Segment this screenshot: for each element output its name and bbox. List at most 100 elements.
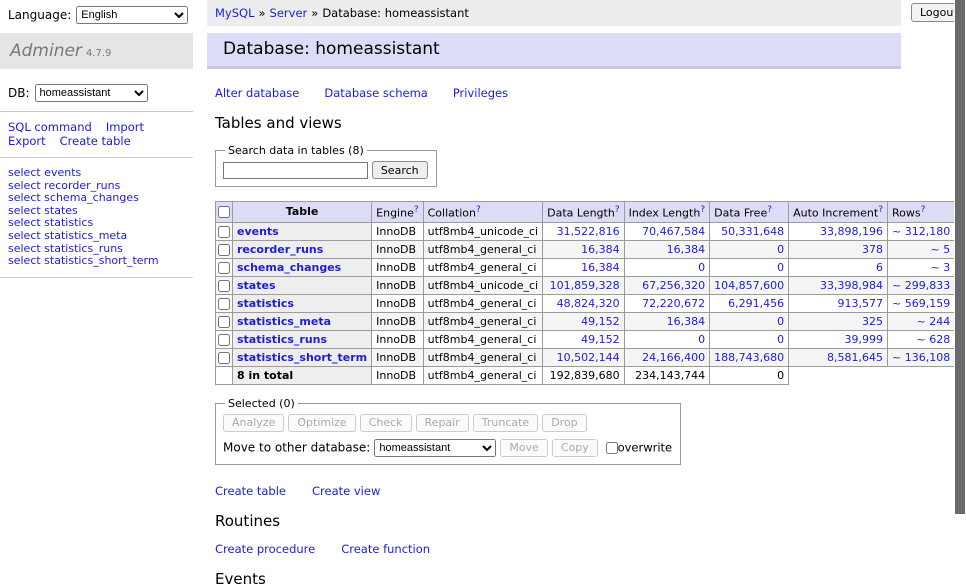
copy-button[interactable]: Copy	[552, 439, 598, 457]
search-button[interactable]: Search	[372, 161, 428, 179]
data-length-link[interactable]: 49,152	[581, 315, 620, 328]
rows-link[interactable]: ~ 628	[916, 333, 950, 346]
index-length-link[interactable]: 0	[698, 261, 705, 274]
sidebar-select-recorder-runs[interactable]: select recorder_runs	[8, 179, 120, 192]
auto-increment-link[interactable]: 39,999	[845, 333, 884, 346]
data-free-link[interactable]: 0	[777, 261, 784, 274]
check-button[interactable]: Check	[360, 414, 412, 432]
rows-link[interactable]: ~ 136,108	[892, 351, 950, 364]
auto-increment-link[interactable]: 33,398,984	[820, 279, 883, 292]
breadcrumb-server-link[interactable]: Server	[270, 6, 308, 20]
sidebar-select-statistics-short-term[interactable]: select statistics_short_term	[8, 254, 159, 267]
help-link[interactable]: ?	[615, 205, 620, 215]
rows-link[interactable]: ~ 3	[930, 261, 950, 274]
overwrite-checkbox[interactable]	[606, 442, 618, 454]
database-schema-link[interactable]: Database schema	[324, 86, 427, 100]
index-length-link[interactable]: 72,220,672	[642, 297, 705, 310]
row-checkbox[interactable]	[218, 244, 230, 256]
sidebar-select-statistics[interactable]: select statistics	[8, 216, 93, 229]
alter-database-link[interactable]: Alter database	[215, 86, 299, 100]
row-checkbox[interactable]	[218, 298, 230, 310]
table-link[interactable]: schema_changes	[237, 261, 341, 274]
row-checkbox[interactable]	[218, 226, 230, 238]
move-button[interactable]: Move	[500, 439, 548, 457]
select-all-checkbox[interactable]	[218, 206, 230, 218]
sidebar-select-events[interactable]: select events	[8, 166, 81, 179]
repair-button[interactable]: Repair	[416, 414, 469, 432]
sidebar-link-create-table[interactable]: Create table	[60, 134, 131, 148]
drop-button[interactable]: Drop	[542, 414, 586, 432]
index-length-link[interactable]: 67,256,320	[642, 279, 705, 292]
rows-link[interactable]: ~ 569,159	[892, 297, 950, 310]
data-free-link[interactable]: 6,291,456	[728, 297, 784, 310]
data-free-link[interactable]: 50,331,648	[721, 225, 784, 238]
data-length-link[interactable]: 31,522,816	[557, 225, 620, 238]
create-table-link[interactable]: Create table	[215, 484, 286, 498]
index-length-link[interactable]: 70,467,584	[642, 225, 705, 238]
index-length-link[interactable]: 0	[698, 333, 705, 346]
breadcrumb-mysql-link[interactable]: MySQL	[215, 6, 255, 20]
table-link[interactable]: states	[237, 279, 276, 292]
index-length-link[interactable]: 16,384	[667, 315, 706, 328]
table-link[interactable]: statistics_meta	[237, 315, 331, 328]
data-length-link[interactable]: 16,384	[581, 243, 620, 256]
privileges-link[interactable]: Privileges	[453, 86, 508, 100]
help-link[interactable]: ?	[476, 205, 481, 215]
row-checkbox[interactable]	[218, 262, 230, 274]
data-free-link[interactable]: 0	[777, 243, 784, 256]
vertical-scrollbar[interactable]	[954, 0, 966, 543]
data-free-link[interactable]: 188,743,680	[714, 351, 784, 364]
table-link[interactable]: statistics_runs	[237, 333, 327, 346]
search-input[interactable]	[223, 162, 368, 179]
optimize-button[interactable]: Optimize	[288, 414, 355, 432]
sidebar-select-states[interactable]: select states	[8, 204, 78, 217]
auto-increment-link[interactable]: 33,898,196	[820, 225, 883, 238]
create-procedure-link[interactable]: Create procedure	[215, 542, 315, 556]
help-link[interactable]: ?	[878, 205, 883, 215]
data-free-link[interactable]: 0	[777, 333, 784, 346]
data-length-link[interactable]: 16,384	[581, 261, 620, 274]
create-function-link[interactable]: Create function	[341, 542, 430, 556]
rows-link[interactable]: ~ 244	[916, 315, 950, 328]
scrollbar-thumb[interactable]	[955, 0, 965, 514]
truncate-button[interactable]: Truncate	[473, 414, 538, 432]
create-view-link[interactable]: Create view	[312, 484, 380, 498]
auto-increment-link[interactable]: 8,581,645	[827, 351, 883, 364]
table-link[interactable]: statistics	[237, 297, 294, 310]
sidebar-select-schema-changes[interactable]: select schema_changes	[8, 191, 139, 204]
auto-increment-link[interactable]: 378	[862, 243, 883, 256]
help-link[interactable]: ?	[921, 205, 926, 215]
auto-increment-link[interactable]: 325	[862, 315, 883, 328]
sidebar-link-import[interactable]: Import	[106, 120, 144, 134]
db-select[interactable]: homeassistant	[35, 84, 148, 102]
data-free-link[interactable]: 0	[777, 315, 784, 328]
table-link[interactable]: statistics_short_term	[237, 351, 367, 364]
table-link[interactable]: recorder_runs	[237, 243, 323, 256]
sidebar-select-statistics-runs[interactable]: select statistics_runs	[8, 242, 123, 255]
sidebar-link-sql-command[interactable]: SQL command	[8, 120, 92, 134]
analyze-button[interactable]: Analyze	[223, 414, 284, 432]
rows-link[interactable]: ~ 312,180	[892, 225, 950, 238]
move-db-select[interactable]: homeassistant	[374, 439, 496, 457]
index-length-link[interactable]: 16,384	[667, 243, 706, 256]
data-free-link[interactable]: 104,857,600	[714, 279, 784, 292]
rows-link[interactable]: ~ 5	[930, 243, 950, 256]
row-checkbox[interactable]	[218, 334, 230, 346]
index-length-link[interactable]: 24,166,400	[642, 351, 705, 364]
data-length-link[interactable]: 49,152	[581, 333, 620, 346]
help-link[interactable]: ?	[767, 205, 772, 215]
auto-increment-link[interactable]: 913,577	[838, 297, 884, 310]
auto-increment-link[interactable]: 6	[876, 261, 883, 274]
data-length-link[interactable]: 101,859,328	[550, 279, 620, 292]
sidebar-link-export[interactable]: Export	[8, 134, 46, 148]
data-length-link[interactable]: 48,824,320	[557, 297, 620, 310]
row-checkbox[interactable]	[218, 280, 230, 292]
rows-link[interactable]: ~ 299,833	[892, 279, 950, 292]
help-link[interactable]: ?	[700, 205, 705, 215]
row-checkbox[interactable]	[218, 316, 230, 328]
help-link[interactable]: ?	[414, 205, 419, 215]
table-link[interactable]: events	[237, 225, 279, 238]
data-length-link[interactable]: 10,502,144	[557, 351, 620, 364]
sidebar-select-statistics-meta[interactable]: select statistics_meta	[8, 229, 127, 242]
row-checkbox[interactable]	[218, 352, 230, 364]
